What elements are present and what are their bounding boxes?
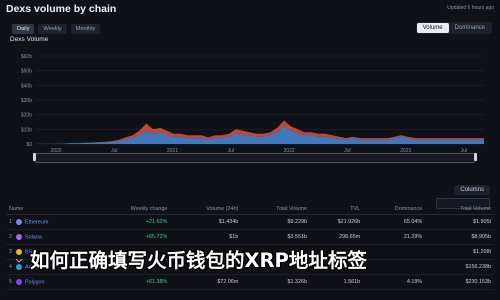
table-cell: $9.229b xyxy=(241,214,311,230)
rank-number: 2 xyxy=(9,234,12,241)
chain-name-link[interactable]: Polygon xyxy=(25,279,44,285)
rank-number: 5 xyxy=(9,279,12,286)
chain-logo-icon xyxy=(16,248,22,255)
volume-chart: $60b$50b$40b$30b$20b$10b$0 2020 Jul 2021 Ju… xyxy=(21,54,484,154)
col-tvl[interactable]: TVL xyxy=(310,204,364,215)
y-tick-label: $10b xyxy=(21,127,32,133)
chain-name-link[interactable]: Ethereum xyxy=(25,219,48,225)
table-cell: $1b xyxy=(170,229,242,245)
table-cell: $3.551b xyxy=(241,229,311,245)
table-cell: $72.06m xyxy=(170,274,242,290)
table-cell: $21.926b xyxy=(310,214,364,230)
table-cell: $1.208t xyxy=(425,244,494,260)
table-row[interactable]: 1 Ethereum +21.62% $1.434b $9.229b $21.926b 65… xyxy=(6,214,494,230)
y-tick-label: $20b xyxy=(21,113,32,119)
table-cell: 298.65m xyxy=(310,229,364,245)
tab-monthly[interactable]: Monthly xyxy=(70,24,101,34)
y-tick-label: $30b xyxy=(21,98,32,104)
table-cell: $1.905t xyxy=(425,214,494,230)
chain-logo-icon xyxy=(16,218,22,225)
chain-cell: 1 Ethereum xyxy=(6,214,91,230)
chain-logo-icon xyxy=(16,233,22,240)
table-cell: +21.62% xyxy=(90,214,171,230)
table-cell: $230.153b xyxy=(425,274,494,290)
y-tick-label: $60b xyxy=(21,54,32,60)
y-tick-label: $50b xyxy=(21,69,32,75)
metric-toggle: Volume Dominance xyxy=(415,22,492,34)
tab-daily[interactable]: Daily xyxy=(12,24,35,34)
updated-timestamp: Updated 6 hours ago xyxy=(447,5,494,11)
y-tick-label: $0 xyxy=(26,142,32,148)
table-cell: $1.326b xyxy=(241,274,311,290)
article-headline: 如何正确填写火币钱包的XRP地址标签 xyxy=(30,249,367,272)
table-cell: $156.238b xyxy=(425,259,494,275)
toggle-dominance[interactable]: Dominance xyxy=(449,23,491,33)
col-name[interactable]: Name xyxy=(6,204,91,215)
chain-cell: 5 Polygon xyxy=(6,274,91,290)
table-cell: 1.561b xyxy=(310,274,364,290)
tab-weekly[interactable]: Weekly xyxy=(38,24,67,34)
rank-number: 1 xyxy=(9,219,12,226)
table-cell: +61.38% xyxy=(90,274,171,290)
col-total-volume-all[interactable]: Total Volume xyxy=(425,204,494,215)
col-dominance[interactable]: Dominance xyxy=(363,204,426,215)
col-weekly-change[interactable]: Weekly change xyxy=(90,204,171,215)
y-tick-label: $40b xyxy=(21,83,32,89)
col-total-volume[interactable]: Total Volume xyxy=(241,204,311,215)
table-cell: $1.434b xyxy=(170,214,242,230)
table-cell: 4.19% xyxy=(363,274,426,290)
table-row[interactable]: 5 Polygon +61.38% $72.06m $1.326b 1.561b 4.19%… xyxy=(6,274,494,290)
table-cell: 21.29% xyxy=(363,229,426,245)
table-cell xyxy=(363,259,426,275)
columns-button[interactable]: Columns xyxy=(454,185,490,195)
rank-number: 4 xyxy=(9,264,12,271)
table-cell xyxy=(363,244,426,260)
table-header-row: Name Weekly change Volume (24h) Total Vo… xyxy=(6,204,494,215)
chart-title: Dexs volume by chain xyxy=(6,3,117,15)
expand-icon[interactable] xyxy=(14,256,24,266)
col-volume-24h[interactable]: Volume (24h) xyxy=(170,204,242,215)
chain-cell: 2 Solana xyxy=(6,229,91,245)
chain-name-link[interactable]: Solana xyxy=(25,234,42,240)
table-cell: $8.905b xyxy=(425,229,494,245)
table-cell: 65.04% xyxy=(363,214,426,230)
table-cell: +65.72% xyxy=(90,229,171,245)
table-row[interactable]: 2 Solana +65.72% $1b $3.551b 298.65m 21.29% $8.… xyxy=(6,229,494,245)
range-brush[interactable] xyxy=(33,153,477,163)
brush-left-handle[interactable] xyxy=(33,153,36,161)
toggle-volume[interactable]: Volume xyxy=(416,23,449,33)
rank-number: 3 xyxy=(9,249,12,256)
period-tabs: Daily Weekly Monthly xyxy=(12,24,101,34)
brush-right-handle[interactable] xyxy=(474,153,477,161)
chain-logo-icon xyxy=(16,278,22,285)
